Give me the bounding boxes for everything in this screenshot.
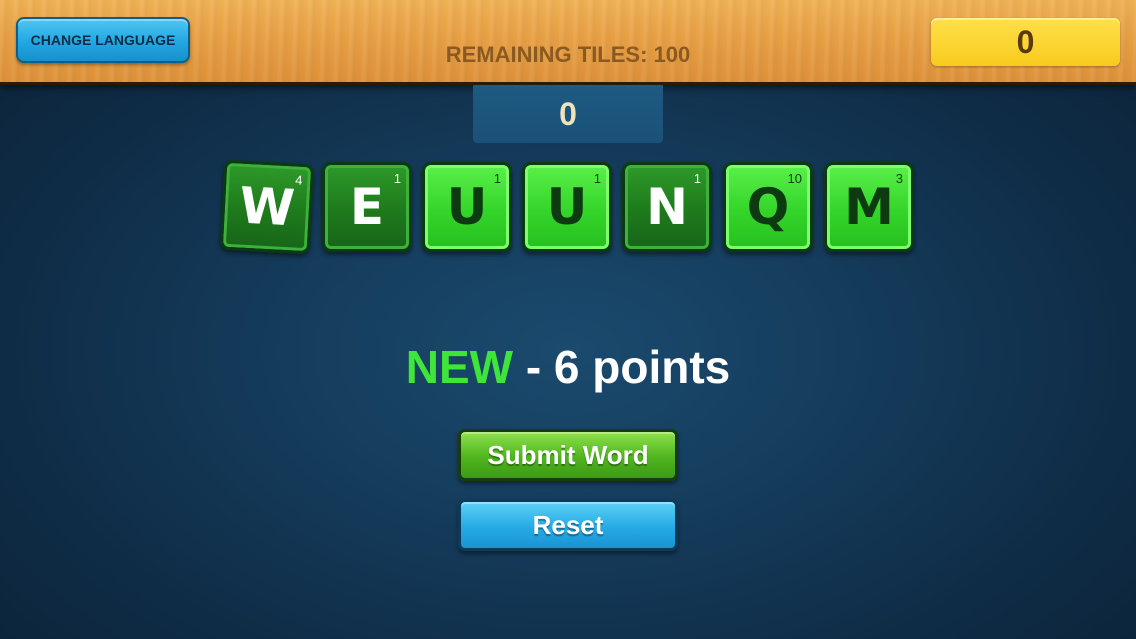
tile-value: 1: [693, 171, 701, 186]
result-points: - 6 points: [513, 341, 731, 393]
submit-word-button[interactable]: Submit Word: [458, 429, 678, 481]
letter-tile[interactable]: E 1: [322, 162, 412, 252]
letter-tile-rack: W 4 E 1 U 1 U 1 N 1 Q 10 M 3: [219, 159, 920, 255]
tile-value: 1: [593, 171, 601, 186]
letter-tile[interactable]: M 3: [824, 162, 914, 252]
result-word: NEW: [405, 341, 514, 393]
total-score: 0: [931, 18, 1120, 66]
tile-value: 4: [294, 172, 303, 188]
tile-value: 1: [493, 171, 501, 186]
letter-tile[interactable]: N 1: [622, 162, 712, 252]
letter-tile[interactable]: Q 10: [723, 162, 813, 252]
reset-button[interactable]: Reset: [458, 499, 678, 551]
tile-value: 3: [895, 171, 903, 186]
tile-value: 1: [393, 171, 401, 186]
letter-tile[interactable]: W 4: [219, 159, 315, 255]
word-result: NEW - 6 points: [0, 340, 1136, 394]
tile-value: 10: [787, 171, 802, 186]
letter-tile[interactable]: U 1: [522, 162, 612, 252]
current-word-score: 0: [473, 85, 663, 143]
top-bar: CHANGE LANGUAGE REMAINING TILES: 100 0: [0, 0, 1136, 85]
letter-tile[interactable]: U 1: [422, 162, 512, 252]
